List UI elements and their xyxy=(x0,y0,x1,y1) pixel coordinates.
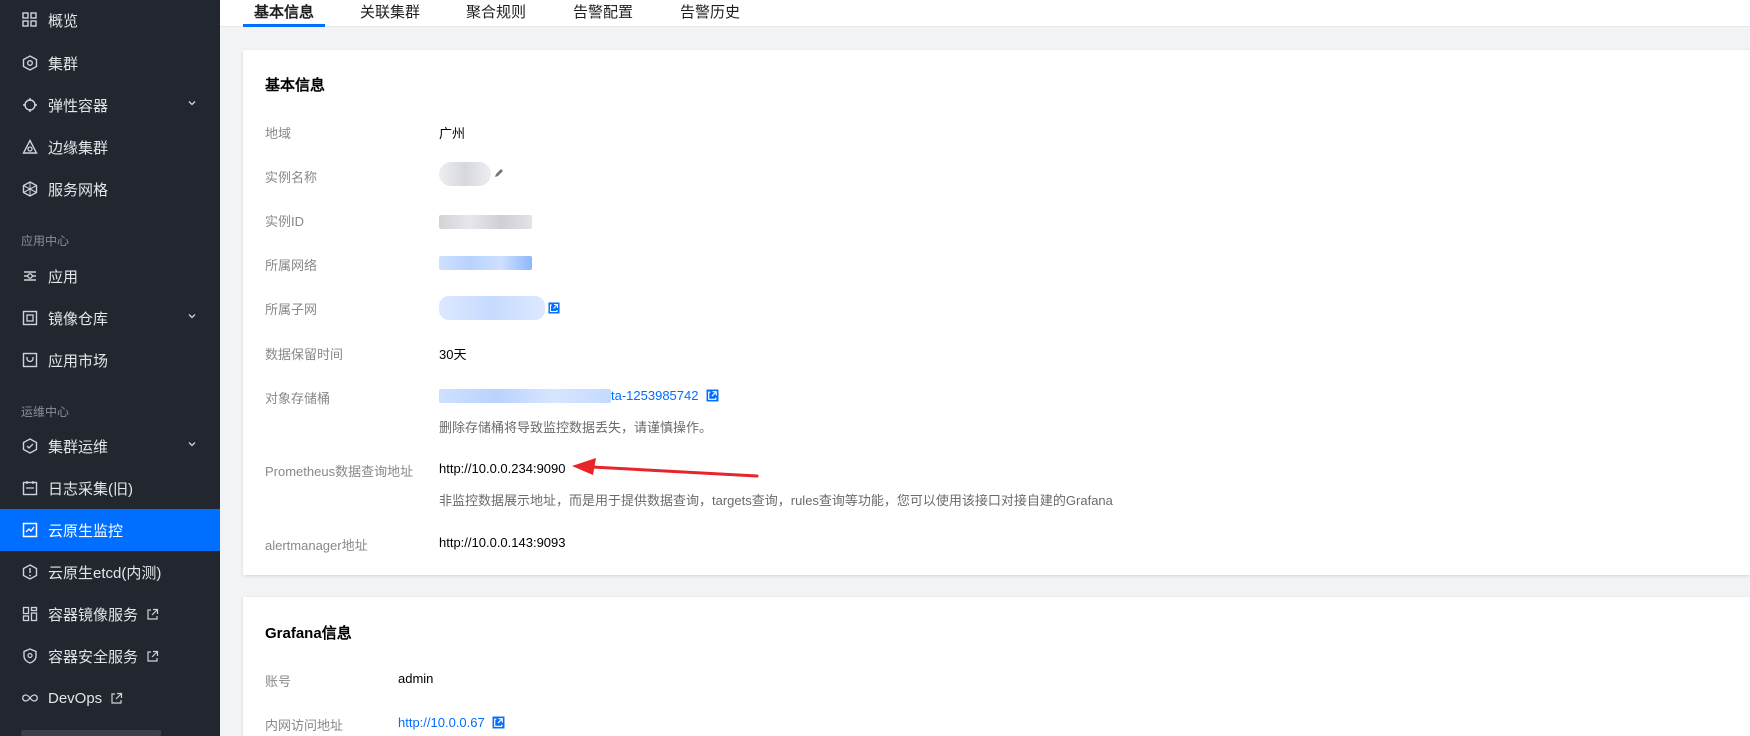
retention-label: 数据保留时间 xyxy=(265,347,344,362)
grid-icon xyxy=(21,11,39,29)
chevron-down-icon xyxy=(188,442,196,447)
tab-alert-history[interactable]: 告警历史 xyxy=(680,0,740,27)
sidebar-item-image-registry[interactable]: 镜像仓库 xyxy=(0,297,220,339)
sidebar-item-label: 服务网格 xyxy=(48,181,109,199)
sidebar-item-app-market[interactable]: 应用市场 xyxy=(0,339,220,381)
annotation-arrow-icon xyxy=(572,458,759,478)
sidebar-group-ops-center: 运维中心 xyxy=(21,405,70,419)
sidebar-item-label: 集群运维 xyxy=(48,438,109,456)
tab-related-clusters[interactable]: 关联集群 xyxy=(360,0,420,27)
account-label: 账号 xyxy=(265,674,292,689)
sidebar-next-item-cutoff xyxy=(21,730,161,736)
prometheus-address: http://10.0.0.234:9090 xyxy=(439,461,566,476)
sidebar-item-devops[interactable]: DevOps xyxy=(0,677,220,719)
instance-name-redacted xyxy=(439,162,491,186)
sidebar-item-label: 集群 xyxy=(48,55,79,73)
instance-name-label: 实例名称 xyxy=(265,170,318,185)
cluster-icon xyxy=(21,54,39,72)
edge-cluster-icon xyxy=(21,138,39,156)
sidebar-item-edge-cluster[interactable]: 边缘集群 xyxy=(0,126,220,168)
external-link-icon xyxy=(111,692,123,704)
sidebar-item-label: 容器镜像服务 xyxy=(48,606,139,624)
intranet-address-value: http://10.0.0.67 xyxy=(398,715,485,730)
bucket-value: ta-1253985742 xyxy=(611,388,699,403)
external-link-icon xyxy=(147,608,159,620)
prometheus-label: Prometheus数据查询地址 xyxy=(265,464,414,479)
shield-icon xyxy=(21,647,39,665)
app-icon xyxy=(21,267,39,285)
sidebar-item-elastic-container[interactable]: 弹性容器 xyxy=(0,84,220,126)
card-title: 基本信息 xyxy=(265,77,326,94)
account-value: admin xyxy=(398,671,434,686)
external-link-icon[interactable] xyxy=(492,716,505,729)
sidebar-item-label: 概览 xyxy=(48,12,79,30)
sidebar-item-etcd[interactable]: 云原生etcd(内测) xyxy=(0,551,220,593)
external-link-icon xyxy=(147,650,159,662)
region-value: 广州 xyxy=(439,126,466,141)
sidebar-group-app-center: 应用中心 xyxy=(21,234,70,248)
sidebar-item-label: 云原生监控 xyxy=(48,522,124,540)
subnet-redacted-link[interactable] xyxy=(439,296,545,320)
sidebar-item-label: 边缘集群 xyxy=(48,139,109,157)
tab-aggregation-rules[interactable]: 聚合规则 xyxy=(466,0,526,27)
sidebar-item-app[interactable]: 应用 xyxy=(0,255,220,297)
sidebar-item-cluster-ops[interactable]: 集群运维 xyxy=(0,425,220,467)
sidebar-item-label: 应用 xyxy=(48,268,79,286)
edit-icon[interactable] xyxy=(494,168,504,178)
sidebar-item-label: 日志采集(旧) xyxy=(48,480,133,498)
subnet-label: 所属子网 xyxy=(265,302,318,317)
log-icon xyxy=(21,479,39,497)
tab-basic-info[interactable]: 基本信息 xyxy=(242,0,326,27)
sidebar-item-container-security[interactable]: 容器安全服务 xyxy=(0,635,220,677)
sidebar-item-log[interactable]: 日志采集(旧) xyxy=(0,467,220,509)
sidebar-item-label: 云原生etcd(内测) xyxy=(48,564,162,582)
instance-id-label: 实例ID xyxy=(265,214,305,229)
elastic-container-icon xyxy=(21,96,39,114)
intranet-address-link[interactable]: http://10.0.0.67 xyxy=(398,715,505,730)
bucket-redacted-prefix[interactable] xyxy=(439,389,611,403)
sidebar-item-container-image-service[interactable]: 容器镜像服务 xyxy=(0,593,220,635)
chevron-down-icon xyxy=(188,101,196,106)
instance-id-redacted xyxy=(439,215,532,229)
external-link-icon[interactable] xyxy=(548,302,560,314)
bucket-link[interactable]: ta-1253985742 xyxy=(611,388,719,403)
sidebar-item-label: 弹性容器 xyxy=(48,97,109,115)
bucket-label: 对象存储桶 xyxy=(265,391,331,406)
card-title: Grafana信息 xyxy=(265,625,352,642)
alertmanager-address: http://10.0.0.143:9093 xyxy=(439,535,566,550)
tab-alert-config[interactable]: 告警配置 xyxy=(573,0,633,27)
sidebar-item-label: 应用市场 xyxy=(48,352,109,370)
sidebar-item-label: DevOps xyxy=(48,689,103,707)
bucket-hint: 删除存储桶将导致监控数据丢失，请谨慎操作。 xyxy=(439,420,713,435)
retention-value: 30天 xyxy=(439,347,467,362)
alertmanager-label: alertmanager地址 xyxy=(265,538,368,553)
sidebar-item-overview[interactable]: 概览 xyxy=(0,0,220,40)
service-mesh-icon xyxy=(21,180,39,198)
prometheus-hint: 非监控数据展示地址，而是用于提供数据查询，targets查询，rules查询等功… xyxy=(439,493,1113,508)
sidebar: 概览 集群 弹性容器 边缘集群 服务网格 应用中心 应用 镜像仓库 应用市场 运… xyxy=(0,0,220,736)
intranet-address-label: 内网访问地址 xyxy=(265,718,344,733)
sidebar-item-label: 镜像仓库 xyxy=(48,310,109,328)
sidebar-item-cloud-native-monitor[interactable]: 云原生监控 xyxy=(0,509,220,551)
grafana-info-card: Grafana信息 账号 admin 内网访问地址 http://10.0.0.… xyxy=(243,597,1750,736)
infinity-icon xyxy=(21,689,39,707)
container-image-icon xyxy=(21,605,39,623)
basic-info-card: 基本信息 地域 广州 实例名称 实例ID 所属网络 所属子网 数据保留时间 30… xyxy=(243,50,1750,575)
app-market-icon xyxy=(21,351,39,369)
chevron-down-icon xyxy=(188,314,196,319)
sidebar-item-cluster[interactable]: 集群 xyxy=(0,42,220,84)
monitor-icon xyxy=(21,521,39,539)
region-label: 地域 xyxy=(265,126,292,141)
sidebar-item-label: 容器安全服务 xyxy=(48,648,139,666)
image-registry-icon xyxy=(21,309,39,327)
tab-bar: 基本信息 关联集群 聚合规则 告警配置 告警历史 xyxy=(220,0,1750,27)
vpc-redacted-link[interactable] xyxy=(439,256,532,270)
etcd-icon xyxy=(21,563,39,581)
cluster-ops-icon xyxy=(21,437,39,455)
vpc-label: 所属网络 xyxy=(265,258,318,273)
external-link-icon[interactable] xyxy=(706,389,719,402)
sidebar-item-service-mesh[interactable]: 服务网格 xyxy=(0,168,220,210)
